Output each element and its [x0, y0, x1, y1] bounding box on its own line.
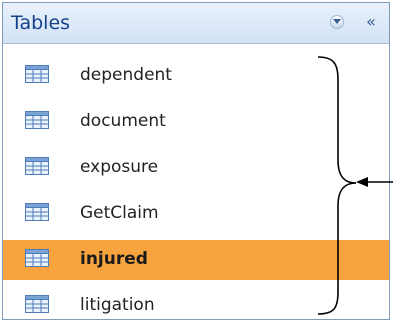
table-icon	[25, 65, 49, 83]
table-icon	[25, 157, 49, 175]
list-item-label: document	[80, 111, 166, 131]
collapse-pane-button[interactable]: «	[362, 13, 380, 31]
pane-header[interactable]: Tables «	[3, 3, 389, 44]
chevron-down-icon	[330, 15, 344, 29]
list-item-label: GetClaim	[80, 203, 159, 223]
pane-title: Tables	[11, 12, 71, 34]
list-item-label: exposure	[80, 157, 159, 177]
table-list: dependent document exposure GetClaim inj…	[3, 53, 389, 329]
table-icon	[25, 249, 49, 267]
list-item-label: dependent	[80, 65, 172, 85]
list-item-getclaim[interactable]: GetClaim	[3, 191, 389, 237]
list-item-injured[interactable]: injured	[3, 240, 389, 280]
navigation-pane: Tables « dependent document exposure Get…	[2, 2, 390, 320]
list-item-exposure[interactable]: exposure	[3, 145, 389, 191]
table-icon	[25, 295, 49, 313]
list-item-label: injured	[80, 249, 148, 269]
list-item-label: litigation	[80, 295, 155, 315]
table-icon	[25, 111, 49, 129]
category-dropdown-button[interactable]	[328, 13, 346, 31]
table-icon	[25, 203, 49, 221]
list-item-dependent[interactable]: dependent	[3, 53, 389, 99]
list-item-litigation[interactable]: litigation	[3, 283, 389, 329]
list-item-document[interactable]: document	[3, 99, 389, 145]
